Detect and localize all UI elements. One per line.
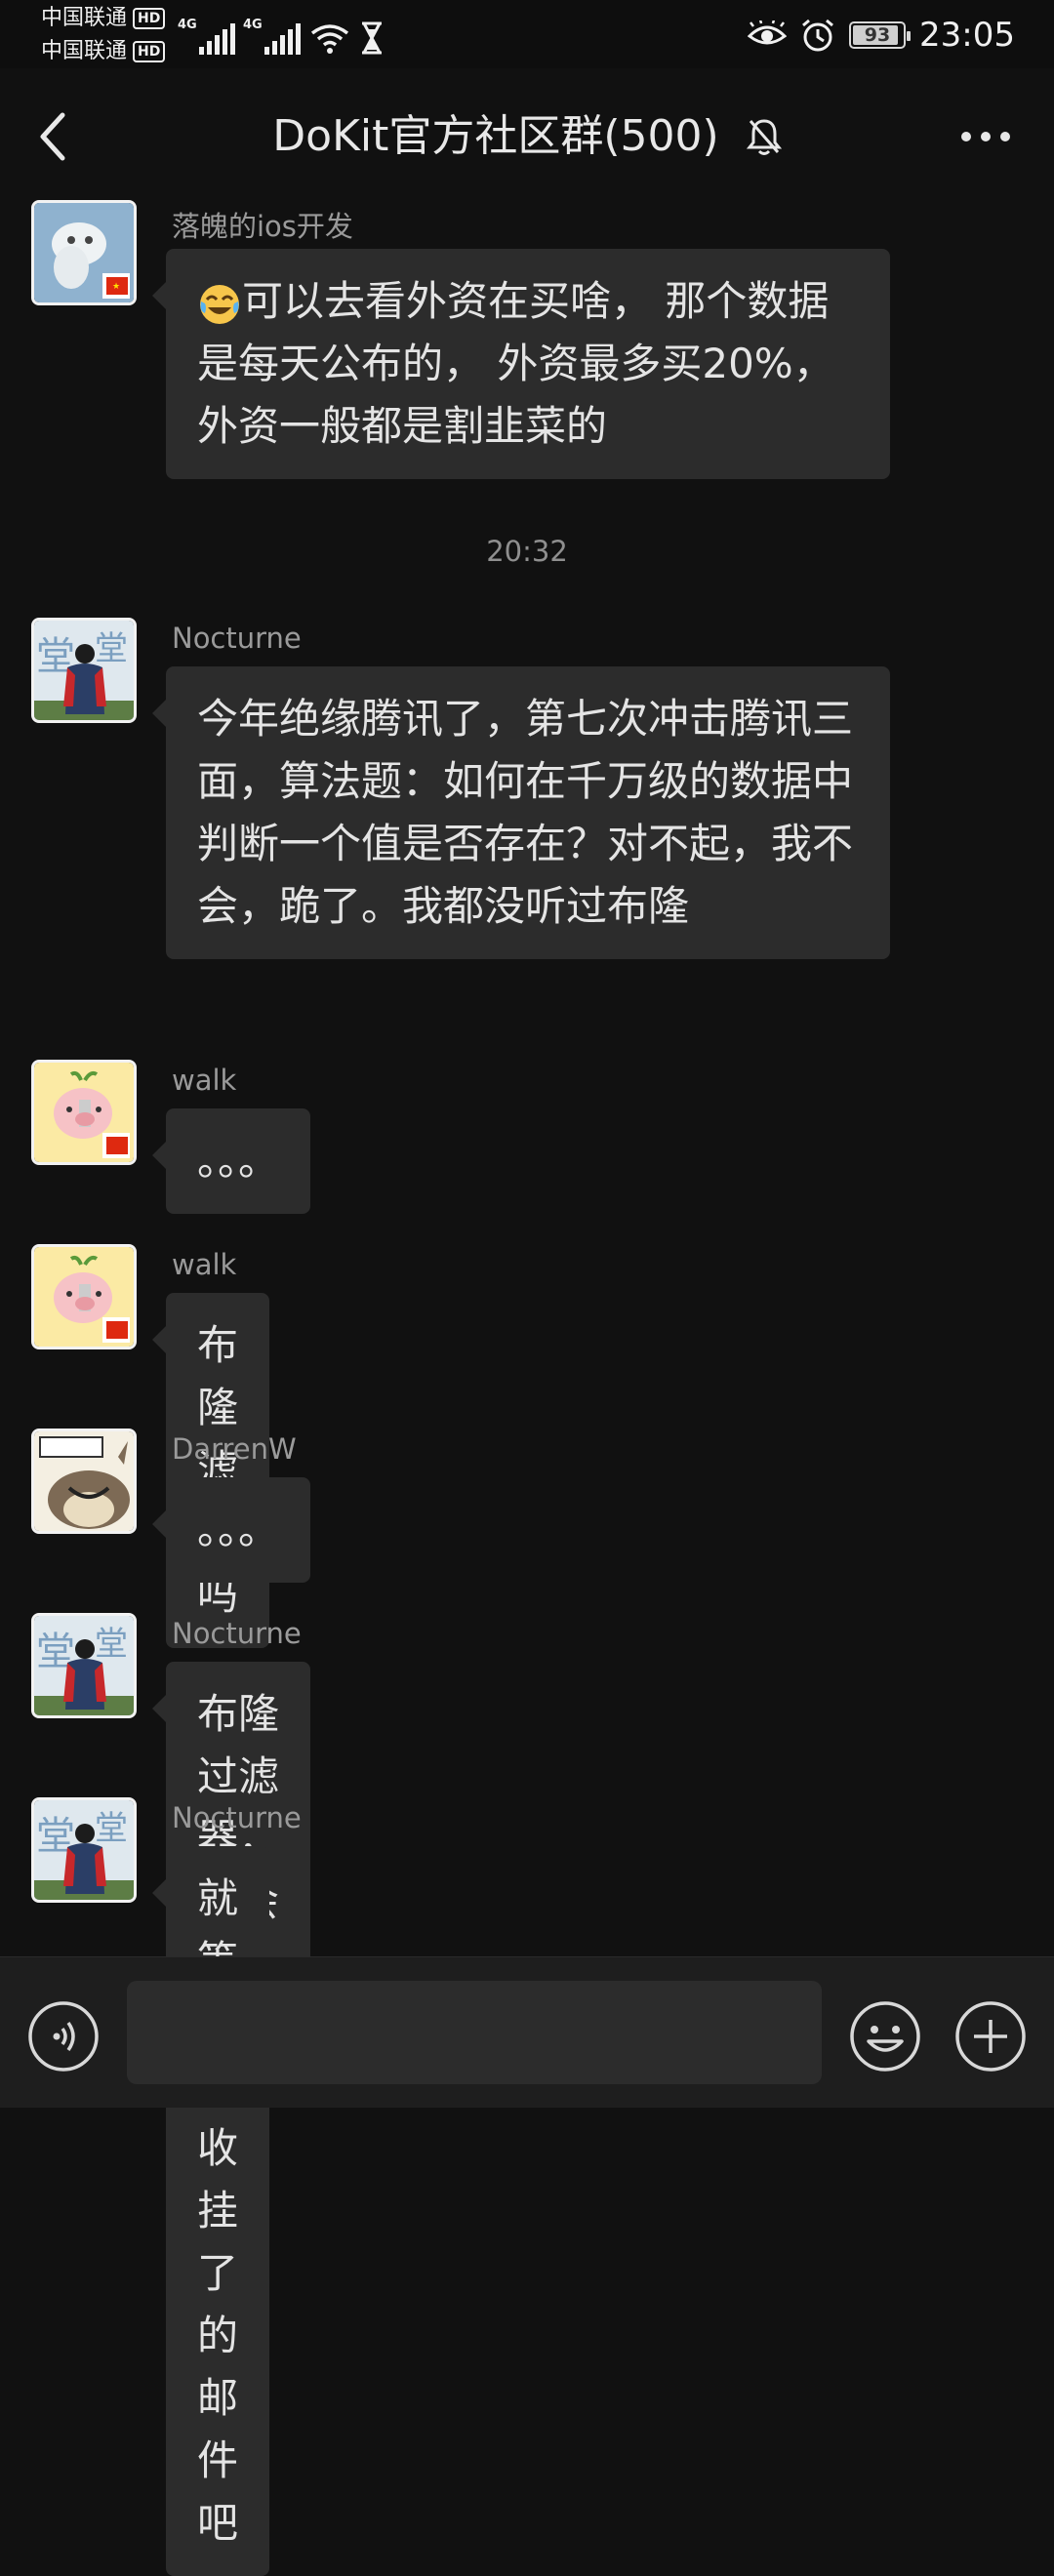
- network-label-2: 4G: [243, 18, 263, 32]
- avatar[interactable]: ★: [31, 200, 137, 305]
- svg-text:堂: 堂: [95, 1809, 128, 1848]
- network-label-1: 4G: [178, 18, 197, 32]
- chat-area[interactable]: ★ 落魄的ios开发 可以去看外资在买啥， 那个数据是每天公布的， 外资最多买2…: [0, 200, 1054, 2576]
- avatar[interactable]: 堂 堂: [31, 618, 137, 723]
- time-separator: 20:32: [486, 535, 568, 568]
- tears-of-joy-emoji-icon: [200, 284, 239, 324]
- avatar[interactable]: 堂 堂: [31, 1797, 137, 1903]
- status-right: 93 23:05: [748, 14, 1015, 57]
- more-functions-button[interactable]: [954, 2000, 1027, 2073]
- avatar[interactable]: [31, 1429, 137, 1534]
- mute-bell-icon: [746, 119, 782, 155]
- avatar-person-image: 堂 堂: [34, 1616, 134, 1715]
- sender-name: DarrenW: [172, 1432, 297, 1466]
- sender-name: Nocturne: [172, 1617, 302, 1650]
- chat-title: DoKit官方社区群(500): [272, 111, 719, 161]
- status-bar: 中国联通 HD 中国联通 HD 4G 4G 93 23:05: [0, 0, 1054, 68]
- carrier-2: 中国联通 HD: [41, 39, 166, 64]
- signal-icons: 4G 4G: [178, 16, 385, 55]
- message-text: 。。。: [197, 1506, 280, 1553]
- message-text: 今年绝缘腾讯了，第七次冲击腾讯三面，算法题：如何在千万级的数据中判断一个值是否存…: [197, 695, 854, 930]
- sender-name: Nocturne: [172, 622, 302, 655]
- sender-name: walk: [172, 1248, 237, 1281]
- emoji-picker-button[interactable]: [849, 2000, 921, 2073]
- alarm-icon: [802, 19, 833, 52]
- nav-bar: DoKit官方社区群(500): [0, 68, 1054, 200]
- nav-title-bar: DoKit官方社区群(500): [0, 107, 1054, 166]
- sender-name: Nocturne: [172, 1801, 302, 1834]
- signal-2-icon: 4G: [243, 18, 301, 55]
- battery-level: 93: [864, 24, 891, 46]
- avatar-totoro-image: [34, 1431, 134, 1531]
- carrier-1: 中国联通 HD: [41, 6, 166, 31]
- avatar-person-image: 堂 堂: [34, 621, 134, 720]
- voice-input-button[interactable]: [27, 2000, 100, 2073]
- message-text: 可以去看外资在买啥， 那个数据是每天公布的， 外资最多买20%， 外资一般都是割…: [197, 277, 834, 450]
- signal-1-icon: 4G: [178, 18, 235, 55]
- hd-badge-2: HD: [133, 41, 166, 62]
- battery-icon: 93: [849, 21, 912, 49]
- svg-text:堂: 堂: [95, 629, 128, 668]
- message-text: 。。。: [197, 1137, 280, 1185]
- avatar[interactable]: 堂 堂: [31, 1613, 137, 1718]
- more-options-button[interactable]: [956, 115, 1015, 158]
- svg-text:★: ★: [112, 282, 120, 292]
- sender-name: 落魄的ios开发: [172, 210, 353, 243]
- svg-text:堂: 堂: [95, 1625, 128, 1664]
- message-bubble[interactable]: 。。。: [151, 1477, 311, 1583]
- message-bubble[interactable]: 可以去看外资在买啥， 那个数据是每天公布的， 外资最多买20%， 外资一般都是割…: [152, 249, 890, 479]
- hourglass-icon: [362, 21, 382, 55]
- carrier-1-label: 中国联通: [41, 6, 128, 30]
- eye-icon: [748, 20, 788, 45]
- avatar-pig-image: [34, 1063, 134, 1162]
- avatar[interactable]: [31, 1244, 137, 1349]
- clock: 23:05: [919, 16, 1015, 55]
- avatar-pig-image: [34, 1247, 134, 1347]
- avatar-cat-image: ★: [34, 203, 134, 302]
- message-bubble[interactable]: 布隆滤波吗: [151, 1293, 270, 1648]
- sender-name: walk: [172, 1064, 237, 1097]
- message-bubble[interactable]: 今年绝缘腾讯了，第七次冲击腾讯三面，算法题：如何在千万级的数据中判断一个值是否存…: [152, 666, 890, 959]
- input-bar: [0, 1956, 1054, 2108]
- hd-badge-1: HD: [133, 8, 166, 29]
- avatar-person-image: 堂 堂: [34, 1800, 134, 1900]
- message-input[interactable]: [127, 1981, 822, 2084]
- wifi-icon: [310, 24, 349, 54]
- avatar[interactable]: [31, 1060, 137, 1165]
- carrier-2-label: 中国联通: [41, 39, 128, 63]
- message-bubble[interactable]: 。。。: [151, 1108, 311, 1214]
